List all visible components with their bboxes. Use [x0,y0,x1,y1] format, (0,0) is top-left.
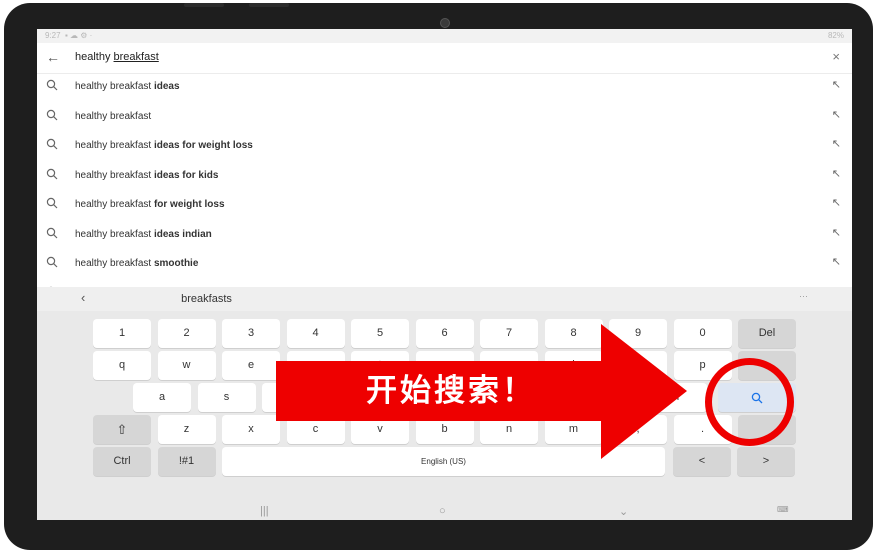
home-icon[interactable]: ○ [439,505,446,517]
suggestion-item[interactable]: healthy breakfast for weight loss ↖ [37,190,852,219]
key-period-label: . [700,423,705,435]
search-icon [46,109,58,120]
recent-apps-icon[interactable]: ||| [260,505,269,517]
suggestion-item[interactable]: healthy breakfast smoothie ↖ [37,249,852,278]
suggestion-item[interactable]: healthy breakfast ↖ [37,102,852,131]
suggestion-item-partial [37,279,852,287]
fill-query-arrow-icon[interactable]: ↖ [832,137,841,150]
prediction-bar: ‹ breakfasts ··· [37,287,852,311]
power-button [249,3,289,7]
suggestion-text: healthy breakfast [75,110,152,122]
battery-level: 82% [827,31,844,40]
suggestion-text: healthy breakfast ideas for weight loss [75,140,253,151]
suggestion-item[interactable]: healthy breakfast ideas ↖ [37,72,852,101]
suggestion-text: healthy breakfast ideas [75,81,180,92]
search-icon [46,256,58,268]
delete-key-label: Del [758,327,776,339]
front-camera [440,18,450,28]
suggestion-text: healthy breakfast for weight loss [75,199,225,210]
symbols-key-label: !#1 [178,455,195,467]
search-input[interactable]: healthy breakfast [75,51,159,63]
key-1[interactable]: 1 [93,319,151,348]
search-icon [46,168,58,179]
key-w[interactable]: w [157,351,216,380]
hide-keyboard-icon[interactable]: ⌄ [619,505,628,518]
navigation-bar: ||| ○ ⌄ ⌨ [37,505,852,520]
cursor-right-key-label: > [762,455,770,467]
query-underlined: breakfast [113,51,159,63]
key-2[interactable]: 2 [157,319,216,348]
query-plain: healthy [75,51,114,63]
search-icon [46,138,58,150]
shift-key[interactable]: ⇧ [93,415,151,444]
more-dots-icon[interactable]: ··· [799,291,808,301]
key-p-label: p [699,359,706,371]
search-icon [46,197,58,209]
fill-query-arrow-icon[interactable]: ↖ [832,78,841,91]
clear-icon[interactable]: × [832,49,840,64]
delete-key[interactable]: Del [738,319,796,348]
ctrl-key[interactable]: Ctrl [93,447,151,476]
keyboard-switch-icon[interactable]: ⌨ [777,505,789,514]
key-2-label: 2 [183,327,190,339]
key-z-label: z [183,423,190,435]
suggestion-text: healthy breakfast ideas for kids [75,169,219,181]
volume-button [184,3,224,7]
suggestion-item[interactable]: healthy breakfast ideas for weight loss ↖ [37,131,852,160]
suggestion-item[interactable]: healthy breakfast ideas for kids ↖ [37,161,852,190]
fill-query-arrow-icon[interactable]: ↖ [832,108,841,121]
key-s-label: s [223,391,230,403]
search-icon [46,227,58,238]
cursor-right-key[interactable]: > [737,447,795,476]
fill-query-arrow-icon[interactable]: ↖ [832,226,841,239]
key-q-label: q [118,359,126,371]
highlight-ring [705,358,794,446]
search-bar: ← healthy breakfast × [37,43,852,74]
prediction-word[interactable]: breakfasts [37,293,614,305]
status-icons: ▪ ☁ ⚙ · [65,31,93,40]
key-a-label: a [158,391,166,403]
key-q[interactable]: q [93,351,151,380]
key-1-label: 1 [118,327,126,339]
ctrl-key-label: Ctrl [113,455,131,467]
fill-query-arrow-icon[interactable]: ↖ [832,255,841,268]
cursor-left-key-label: < [698,455,706,467]
suggestion-text: healthy breakfast ideas indian [75,228,212,240]
banner-text: 开始搜索！ [366,373,536,409]
search-icon [46,79,58,91]
key-w-label: w [182,359,191,371]
status-time: 9:27 [45,31,61,40]
suggestion-text: healthy breakfast smoothie [75,258,199,269]
status-bar: 9:27 ▪ ☁ ⚙ · 82% [37,29,852,43]
suggestion-item[interactable]: healthy breakfast ideas indian ↖ [37,220,852,249]
fill-query-arrow-icon[interactable]: ↖ [832,167,841,180]
shift-icon: ⇧ [116,422,128,437]
key-a[interactable]: a [133,383,191,412]
fill-query-arrow-icon[interactable]: ↖ [832,196,841,209]
back-arrow-icon[interactable]: ← [46,49,60,65]
key-z[interactable]: z [157,415,216,444]
symbols-key[interactable]: !#1 [157,447,216,476]
key-0-label: 0 [699,327,706,339]
